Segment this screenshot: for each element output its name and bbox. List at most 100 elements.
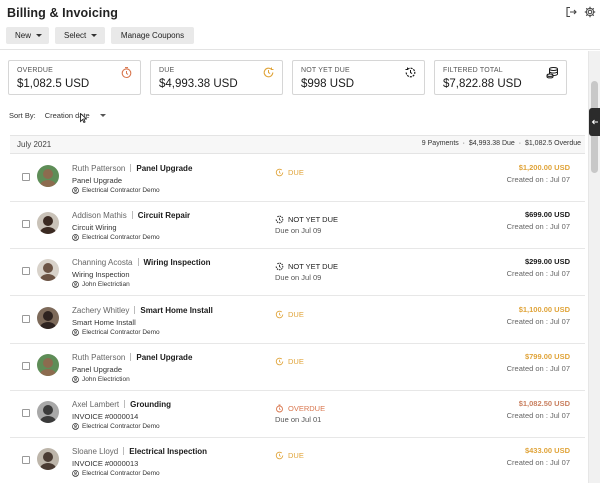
table-row[interactable]: Channing Acosta Wiring Inspection Wiring I…: [10, 249, 585, 297]
divider: [130, 352, 132, 361]
due-date: Due on Jul 09: [275, 226, 322, 236]
stat-value: $998 USD: [301, 78, 355, 90]
job-name[interactable]: Panel Upgrade: [136, 164, 192, 173]
row-checkbox[interactable]: [22, 220, 30, 229]
created-date: Created on : Jul 07: [506, 411, 570, 420]
client-name[interactable]: Addison Mathis: [72, 211, 127, 220]
separator-dot: ·: [460, 140, 469, 147]
user-circle-icon: [72, 470, 79, 478]
created-date: Created on : Jul 07: [506, 222, 570, 232]
new-button-label: New: [15, 31, 32, 40]
divider: [134, 305, 136, 314]
table-row[interactable]: Sloane Lloyd Electrical Inspection INVOICE…: [10, 438, 585, 483]
row-owner: Electrical Contractor Demo: [72, 234, 160, 241]
row-title: Addison Mathis Circuit Repair: [72, 211, 190, 220]
job-name[interactable]: Smart Home Install: [140, 306, 212, 315]
status-badge: NOT YET DUE: [275, 262, 338, 271]
avatar: [37, 401, 59, 423]
row-checkbox[interactable]: [22, 456, 30, 465]
stat-overdue[interactable]: OVERDUE $1,082.5 USD: [8, 60, 141, 95]
created-date: Created on : Jul 07: [506, 316, 570, 326]
row-owner: John Electriction: [72, 376, 130, 383]
amount: $1,200.00 USD: [518, 163, 570, 172]
table-row[interactable]: Zachery Whitley Smart Home Install Smart H…: [10, 297, 585, 344]
divider: [123, 447, 125, 456]
client-name[interactable]: Sloane Lloyd: [72, 447, 118, 456]
group-summary: 9 Payments · $4,993.38 Due · $1,082.5 Ov…: [422, 140, 581, 147]
job-name[interactable]: Wiring Inspection: [144, 258, 211, 267]
row-title: Ruth Patterson Panel Upgrade: [72, 164, 192, 173]
client-name[interactable]: Ruth Patterson: [72, 353, 125, 362]
owner-name: Electrical Contractor Demo: [82, 423, 160, 430]
row-owner: Electrical Contractor Demo: [72, 187, 160, 194]
stat-filtered-total[interactable]: FILTERED TOTAL $7,822.88 USD: [434, 60, 567, 95]
row-checkbox[interactable]: [22, 361, 30, 370]
client-name[interactable]: Channing Acosta: [72, 258, 133, 267]
clock-due-icon: [275, 357, 284, 365]
row-subtitle: Panel Upgrade: [72, 364, 123, 374]
owner-name: Electrical Contractor Demo: [82, 187, 160, 194]
new-button[interactable]: New: [6, 27, 49, 44]
stat-due[interactable]: DUE $4,993.38 USD: [150, 60, 283, 95]
top-bar: Billing & Invoicing New Select Manage Co…: [0, 0, 600, 50]
avatar: [37, 259, 59, 282]
chevron-down-icon: [36, 34, 43, 37]
select-button-label: Select: [64, 31, 87, 40]
job-name[interactable]: Electrical Inspection: [129, 447, 207, 456]
user-circle-icon: [72, 281, 79, 289]
user-circle-icon: [72, 187, 79, 194]
client-name[interactable]: Axel Lambert: [72, 400, 119, 409]
clock-due-icon: [263, 67, 274, 78]
amount: $1,082.50 USD: [518, 399, 570, 408]
mouse-pointer-icon: [80, 113, 87, 123]
row-checkbox[interactable]: [22, 173, 30, 181]
created-date: Created on : Jul 07: [506, 269, 570, 279]
amount: $433.00 USD: [524, 446, 570, 456]
stat-value: $4,993.38 USD: [159, 78, 238, 90]
row-checkbox[interactable]: [22, 409, 30, 417]
client-name[interactable]: Ruth Patterson: [72, 164, 125, 173]
avatar: [37, 212, 59, 235]
logout-icon[interactable]: [565, 6, 577, 18]
client-name[interactable]: Zachery Whitley: [72, 306, 129, 315]
job-name[interactable]: Grounding: [130, 400, 171, 409]
avatar: [37, 306, 59, 329]
manage-coupons-button[interactable]: Manage Coupons: [111, 27, 194, 44]
status-badge: DUE: [275, 310, 304, 319]
row-checkbox[interactable]: [22, 267, 30, 276]
user-circle-icon: [72, 375, 79, 383]
status-text: DUE: [288, 451, 304, 461]
select-button[interactable]: Select: [55, 27, 105, 44]
row-owner: Electrical Contractor Demo: [72, 423, 160, 430]
table-row[interactable]: Addison Mathis Circuit Repair Circuit Wiri…: [10, 202, 585, 250]
stat-value: $1,082.5 USD: [17, 78, 90, 90]
job-name[interactable]: Panel Upgrade: [136, 353, 192, 362]
side-panel-toggle[interactable]: [589, 108, 600, 136]
summary-cards: OVERDUE $1,082.5 USD DUE $4,993.38 USD N…: [8, 60, 567, 95]
owner-name: John Electriction: [82, 375, 130, 383]
table-row[interactable]: Ruth Patterson Panel Upgrade Panel Upgrade…: [10, 344, 585, 391]
stat-label: FILTERED TOTAL: [443, 67, 503, 74]
gear-icon[interactable]: [584, 6, 596, 18]
status-text: OVERDUE: [288, 404, 326, 413]
row-subtitle: Wiring Inspection: [72, 270, 130, 280]
stat-not-yet-due[interactable]: NOT YET DUE $998 USD: [292, 60, 425, 95]
page-title: Billing & Invoicing: [7, 6, 118, 20]
clock-forward-icon: [405, 67, 416, 78]
arrow-left-icon: [591, 119, 598, 125]
status-text: DUE: [288, 309, 304, 319]
row-checkbox[interactable]: [22, 314, 30, 323]
status-text: NOT YET DUE: [288, 262, 339, 272]
status-text: NOT YET DUE: [288, 215, 339, 225]
owner-name: Electrical Contractor Demo: [82, 470, 160, 478]
job-name[interactable]: Circuit Repair: [138, 211, 190, 220]
alarm-clock-icon: [121, 67, 132, 79]
chevron-down-icon: [99, 114, 106, 117]
row-owner: Electrical Contractor Demo: [72, 329, 160, 336]
table-row[interactable]: Ruth Patterson Panel Upgrade Panel Upgrade…: [10, 155, 585, 202]
clock-due-icon: [275, 168, 284, 177]
due-date: Due on Jul 01: [275, 415, 322, 424]
sort-dropdown[interactable]: Creation date: [45, 111, 106, 120]
table-row[interactable]: Axel Lambert Grounding INVOICE #0000014 Ele…: [10, 391, 585, 438]
status-badge: OVERDUE: [275, 404, 325, 413]
